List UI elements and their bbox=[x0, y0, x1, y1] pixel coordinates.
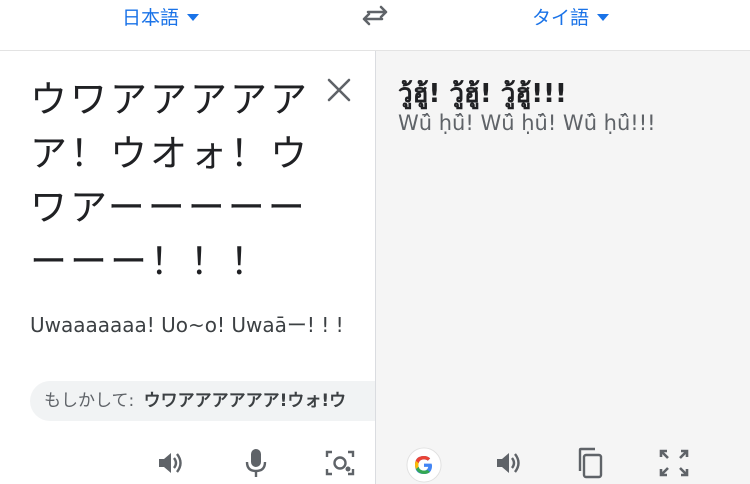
copy-icon[interactable] bbox=[572, 445, 608, 481]
translation-transliteration: Wū̂ ḥū̂! Wū̂ ḥū̂! Wū̂ ḥū̂!!! bbox=[398, 111, 656, 135]
source-panel: ウワアアアアアア！ウオォ！ウワアーーーーーーーー！！！ Uwaaaaaaa! U… bbox=[0, 51, 375, 484]
target-language-selector[interactable]: タイ語 bbox=[532, 2, 610, 30]
language-bar: 日本語 タイ語 bbox=[0, 0, 750, 51]
target-language-label: タイ語 bbox=[532, 6, 590, 29]
fullscreen-icon[interactable] bbox=[656, 445, 692, 481]
speaker-icon[interactable] bbox=[152, 445, 188, 481]
close-icon[interactable] bbox=[326, 77, 352, 103]
did-you-mean-chip[interactable]: もしかして: ウワアアアアアア!ウォ!ウ bbox=[30, 381, 375, 421]
chevron-down-icon bbox=[597, 14, 610, 21]
source-language-selector[interactable]: 日本語 bbox=[122, 2, 200, 30]
speaker-icon[interactable] bbox=[490, 445, 526, 481]
chevron-down-icon bbox=[187, 14, 200, 21]
swap-languages-icon[interactable] bbox=[360, 4, 390, 28]
mic-icon[interactable] bbox=[238, 445, 274, 481]
translation-text: วู้ฮู้! วู้ฮู้! วู้ฮู้!!! bbox=[398, 79, 567, 109]
google-icon[interactable] bbox=[406, 447, 442, 483]
did-you-mean-text: ウワアアアアアア!ウォ!ウ bbox=[143, 391, 347, 411]
source-romanization: Uwaaaaaaa! Uo~o! Uwaāー! ! ! bbox=[30, 313, 344, 337]
did-you-mean-label: もしかして: bbox=[44, 391, 135, 411]
target-panel: วู้ฮู้! วู้ฮู้! วู้ฮู้!!! Wū̂ ḥū̂! Wū̂ ḥ… bbox=[376, 51, 750, 484]
source-text-input[interactable]: ウワアアアアアア！ウオォ！ウワアーーーーーーーー！！！ bbox=[30, 73, 310, 289]
camera-icon[interactable] bbox=[322, 445, 358, 481]
source-language-label: 日本語 bbox=[122, 6, 180, 29]
